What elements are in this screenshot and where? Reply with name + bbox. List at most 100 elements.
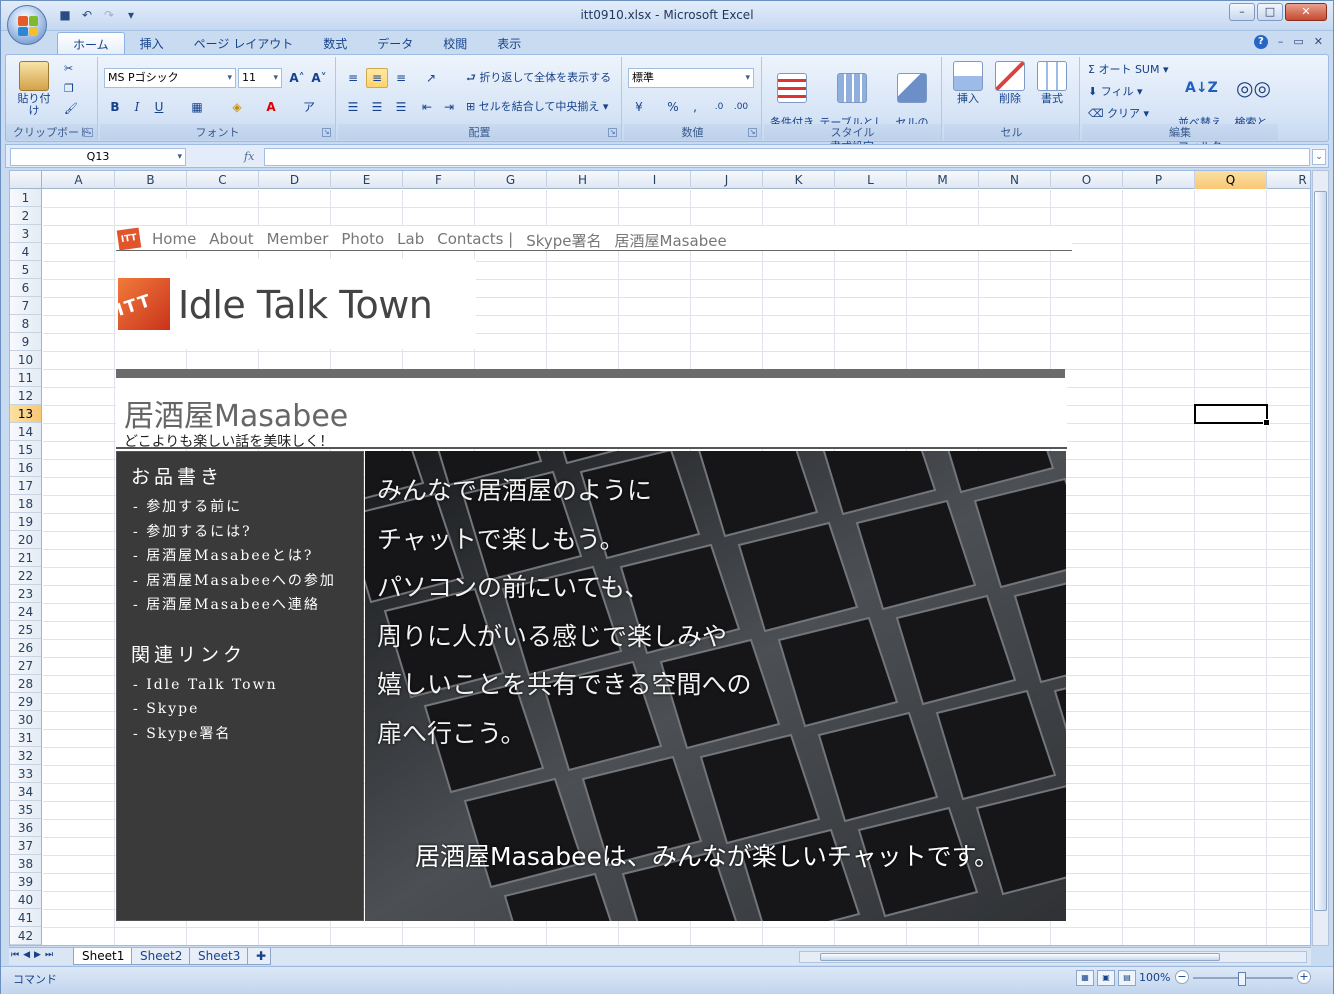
ribbon-close-icon[interactable]: ✕ [1314, 35, 1323, 49]
row-header-18[interactable]: 18 [10, 495, 41, 513]
first-sheet-icon[interactable]: ⏮ [11, 950, 19, 960]
wrap-text-button[interactable]: ⮐ 折り返して全体を表示する [466, 68, 611, 88]
row-header-22[interactable]: 22 [10, 567, 41, 585]
help-icon[interactable]: ? [1253, 35, 1268, 49]
row-header-6[interactable]: 6 [10, 279, 41, 297]
row-header-26[interactable]: 26 [10, 639, 41, 657]
zoom-slider[interactable] [1193, 972, 1293, 986]
site-nav-link[interactable]: Lab [397, 230, 424, 251]
column-header-a[interactable]: A [43, 171, 115, 189]
row-header-39[interactable]: 39 [10, 873, 41, 891]
font-name-combo[interactable]: MS Pゴシック [104, 68, 236, 88]
last-sheet-icon[interactable]: ⏭ [45, 950, 53, 960]
sidebar-menu-item[interactable]: 参加する前に [133, 495, 363, 520]
page-layout-view-icon[interactable]: ▣ [1097, 970, 1115, 986]
prev-sheet-icon[interactable]: ◀ [23, 950, 30, 960]
row-header-33[interactable]: 33 [10, 765, 41, 783]
column-header-p[interactable]: P [1123, 171, 1195, 189]
row-header-34[interactable]: 34 [10, 783, 41, 801]
row-header-1[interactable]: 1 [10, 189, 41, 207]
row-header-38[interactable]: 38 [10, 855, 41, 873]
align-right-icon[interactable]: ☰ [390, 97, 412, 117]
site-nav-link[interactable]: Skype署名 [526, 230, 601, 251]
increase-indent-icon[interactable]: ⇥ [438, 97, 460, 117]
name-box[interactable]: Q13 [10, 148, 186, 166]
underline-icon[interactable]: U [148, 97, 170, 117]
horizontal-scroll-thumb[interactable] [820, 953, 1220, 961]
row-header-16[interactable]: 16 [10, 459, 41, 477]
ribbon-restore-icon[interactable]: ▭ [1293, 35, 1303, 49]
sidebar-menu-item[interactable]: 居酒屋Masabeeへ連絡 [133, 593, 363, 618]
row-header-12[interactable]: 12 [10, 387, 41, 405]
close-button[interactable]: ✕ [1285, 3, 1327, 21]
increase-decimal-icon[interactable]: .0 [708, 97, 730, 117]
clear-button[interactable]: ⌫ クリア ▾ [1088, 104, 1149, 124]
number-format-combo[interactable]: 標準 [628, 68, 754, 88]
row-header-21[interactable]: 21 [10, 549, 41, 567]
maximize-button[interactable]: □ [1257, 3, 1283, 21]
number-launcher-icon[interactable]: ↘ [748, 128, 757, 137]
horizontal-scrollbar[interactable] [799, 951, 1307, 963]
row-header-32[interactable]: 32 [10, 747, 41, 765]
autosum-button[interactable]: Σ オート SUM ▾ [1088, 60, 1169, 80]
phonetic-icon[interactable]: ア [298, 97, 320, 117]
row-header-4[interactable]: 4 [10, 243, 41, 261]
align-middle-icon[interactable]: ≡ [366, 68, 388, 88]
copy-icon[interactable]: ❐ [64, 79, 74, 99]
bold-icon[interactable]: B [104, 97, 126, 117]
site-nav-link[interactable]: Home [152, 230, 196, 251]
align-top-icon[interactable]: ≡ [342, 68, 364, 88]
orientation-icon[interactable]: ↗ [420, 68, 442, 88]
expand-formula-icon[interactable]: ⌄ [1312, 149, 1326, 165]
row-header-5[interactable]: 5 [10, 261, 41, 279]
insert-sheet-icon[interactable]: ✚ [247, 948, 271, 965]
row-header-14[interactable]: 14 [10, 423, 41, 441]
vertical-scroll-thumb[interactable] [1314, 191, 1327, 911]
row-header-41[interactable]: 41 [10, 909, 41, 927]
delete-cells-button[interactable]: 削除 [990, 61, 1030, 105]
format-painter-icon[interactable]: 🖌 [64, 99, 78, 119]
sidebar-menu-item[interactable]: 居酒屋Masabeeとは? [133, 544, 363, 569]
sidebar-menu-item[interactable]: 参加するには? [133, 520, 363, 545]
align-bottom-icon[interactable]: ≡ [390, 68, 412, 88]
align-center-icon[interactable]: ☰ [366, 97, 388, 117]
fill-color-icon[interactable]: ◈ [226, 97, 248, 117]
sidebar-link-item[interactable]: Skype署名 [133, 722, 363, 747]
italic-icon[interactable]: I [126, 97, 148, 117]
site-nav-link[interactable]: 居酒屋Masabee [615, 230, 727, 251]
minimize-button[interactable]: – [1229, 3, 1255, 21]
font-launcher-icon[interactable]: ↘ [322, 128, 331, 137]
tab-view[interactable]: 表示 [482, 32, 536, 54]
column-header-q[interactable]: Q [1195, 171, 1267, 189]
row-header-36[interactable]: 36 [10, 819, 41, 837]
zoom-out-icon[interactable]: − [1175, 970, 1189, 984]
row-header-27[interactable]: 27 [10, 657, 41, 675]
borders-icon[interactable]: ▦ [186, 97, 208, 117]
office-button[interactable] [7, 5, 47, 45]
tab-home[interactable]: ホーム [57, 32, 125, 54]
format-cells-button[interactable]: 書式 [1032, 61, 1072, 105]
percent-icon[interactable]: % [662, 97, 684, 117]
row-header-2[interactable]: 2 [10, 207, 41, 225]
clipboard-launcher-icon[interactable]: ↘ [84, 128, 93, 137]
row-header-25[interactable]: 25 [10, 621, 41, 639]
font-color-icon[interactable]: A [260, 97, 282, 117]
fill-button[interactable]: ⬇ フィル ▾ [1088, 82, 1143, 102]
row-header-37[interactable]: 37 [10, 837, 41, 855]
sheet-tab-3[interactable]: Sheet3 [189, 948, 250, 965]
column-header-r[interactable]: R [1267, 171, 1310, 189]
insert-cells-button[interactable]: 挿入 [948, 61, 988, 105]
row-header-19[interactable]: 19 [10, 513, 41, 531]
row-header-17[interactable]: 17 [10, 477, 41, 495]
row-header-40[interactable]: 40 [10, 891, 41, 909]
sheet-tab-2[interactable]: Sheet2 [131, 948, 192, 965]
row-header-9[interactable]: 9 [10, 333, 41, 351]
zoom-level[interactable]: 100% [1139, 971, 1170, 984]
merge-center-button[interactable]: ⊞ セルを結合して中央揃え ▾ [466, 97, 608, 117]
tab-formulas[interactable]: 数式 [308, 32, 362, 54]
sheet-tab-1[interactable]: Sheet1 [73, 948, 134, 965]
site-nav-link[interactable]: Contacts | [437, 230, 513, 251]
alignment-launcher-icon[interactable]: ↘ [608, 128, 617, 137]
insert-function-button[interactable]: fx [192, 148, 262, 166]
row-header-7[interactable]: 7 [10, 297, 41, 315]
